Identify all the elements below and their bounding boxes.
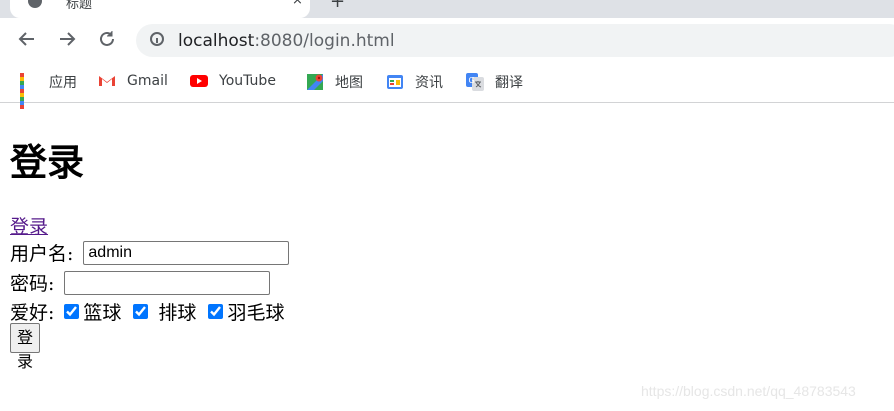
bookmark-label: 翻译 (495, 75, 523, 91)
password-input[interactable] (64, 270, 271, 295)
watermark: https://blog.csdn.net/qq_48783543 (641, 383, 856, 399)
news-icon (387, 75, 403, 89)
forward-button[interactable] (56, 28, 78, 50)
login-submit-button[interactable]: 登录 (10, 323, 41, 371)
bookmark-gmail[interactable]: Gmail (98, 72, 168, 90)
back-button[interactable] (16, 28, 38, 50)
username-row: 用户名: (10, 239, 290, 266)
bookmark-label: 资讯 (415, 75, 443, 91)
tab-title: 标题 (66, 0, 93, 12)
bookmark-label: 地图 (335, 75, 363, 91)
hobby-label: 爱好: (10, 302, 55, 324)
hobby-badminton-checkbox[interactable] (208, 304, 224, 319)
bookmark-label: YouTube (219, 73, 276, 89)
back-arrow-icon (18, 32, 34, 46)
login-link[interactable]: 登录 (10, 212, 48, 239)
forward-arrow-icon (60, 32, 76, 46)
hobby-volleyball-checkbox[interactable] (133, 304, 149, 319)
bookmark-youtube[interactable]: YouTube (190, 72, 276, 90)
bookmark-apps[interactable]: 应用 (20, 72, 77, 109)
hobby-basketball-label: 篮球 (83, 302, 122, 324)
youtube-icon (190, 75, 208, 87)
browser-toolbar: localhost:8080/login.html (0, 18, 894, 64)
bookmark-label: Gmail (127, 73, 168, 89)
svg-text:G: G (469, 76, 475, 85)
gmail-icon (99, 76, 115, 86)
hobby-row: 爱好: 篮球 排球 羽毛球 (10, 298, 284, 325)
bookmarks-bar: 应用 Gmail YouTube 地图 资讯 G 翻译 (0, 64, 894, 109)
bookmark-news[interactable]: 资讯 (386, 72, 443, 92)
bookmark-translate[interactable]: G 翻译 (466, 72, 523, 92)
username-input[interactable] (83, 240, 290, 265)
hobby-badminton-label: 羽毛球 (227, 302, 285, 324)
page-title: 登录 (10, 141, 84, 184)
new-tab-icon[interactable]: + (330, 0, 345, 12)
browser-tab[interactable]: 标题 × (10, 0, 310, 18)
apps-grid-icon (20, 73, 38, 109)
password-label: 密码: (10, 273, 55, 295)
username-label: 用户名: (10, 243, 74, 265)
maps-icon (307, 74, 323, 90)
bookmark-label: 应用 (49, 75, 77, 91)
password-row: 密码: (10, 269, 271, 296)
reload-button[interactable] (96, 28, 118, 50)
url-text: localhost:8080/login.html (178, 31, 395, 51)
hobby-volleyball-label: 排球 (158, 302, 197, 324)
reload-icon (100, 31, 114, 46)
address-bar[interactable]: localhost:8080/login.html (136, 24, 894, 57)
site-info-icon[interactable] (150, 32, 164, 46)
translate-icon: G (466, 73, 484, 91)
globe-icon (28, 0, 42, 8)
bookmark-maps[interactable]: 地图 (306, 72, 363, 92)
close-tab-icon[interactable]: × (292, 0, 303, 8)
tab-strip: 标题 × + (0, 0, 894, 18)
hobby-basketball-checkbox[interactable] (64, 304, 80, 319)
